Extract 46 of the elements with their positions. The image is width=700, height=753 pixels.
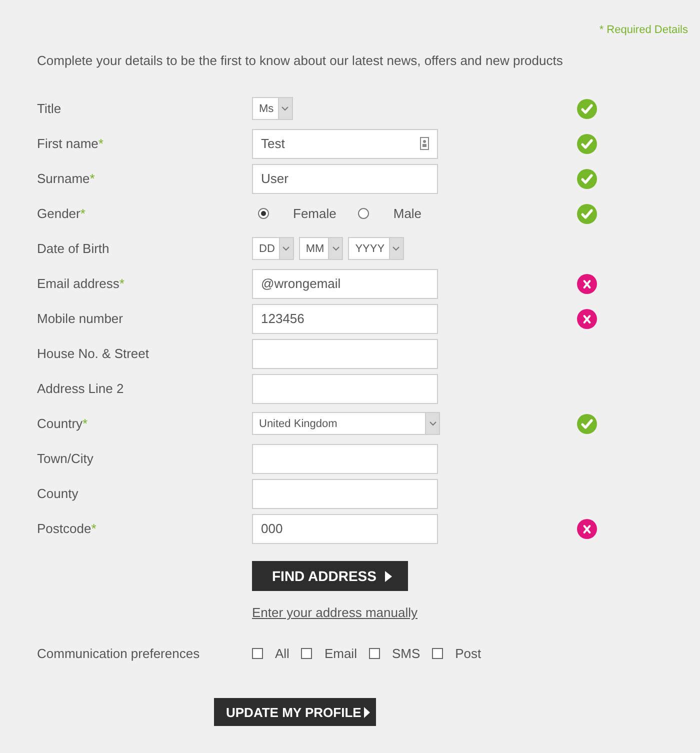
preferences-label: Communication preferences xyxy=(37,646,201,661)
field-label: County xyxy=(37,486,80,501)
checkbox-option[interactable]: All xyxy=(252,646,290,661)
text-field[interactable]: Test xyxy=(252,128,438,158)
radio-option[interactable]: Male xyxy=(358,206,422,221)
text-field[interactable]: @wrongemail xyxy=(252,268,438,298)
intro-text: Complete your details to be the first to know about our latest news, offers and new products xyxy=(37,53,564,68)
date-select[interactable]: YYYY xyxy=(348,237,404,260)
update-profile-button[interactable]: UPDATE MY PROFILE xyxy=(214,698,376,726)
text-field[interactable] xyxy=(252,338,438,368)
text-field[interactable] xyxy=(252,374,438,404)
field-label: Date of Birth xyxy=(37,241,110,256)
chevron-icon xyxy=(428,421,436,426)
manual-address-link[interactable]: Enter your address manually xyxy=(252,605,418,620)
field-label: Gender* xyxy=(37,206,86,221)
text-field[interactable]: User xyxy=(252,164,438,194)
date-select[interactable]: MM xyxy=(298,237,344,260)
radio-option[interactable]: Female xyxy=(258,206,336,221)
country-select[interactable]: United Kingdom xyxy=(252,412,440,435)
title-select[interactable]: Ms xyxy=(252,97,293,120)
text-field[interactable] xyxy=(252,444,438,474)
text-field[interactable]: 000 xyxy=(252,514,438,544)
chevron-icon xyxy=(392,246,400,251)
field-label: Email address* xyxy=(37,276,126,291)
field-label: Mobile number xyxy=(37,311,124,326)
chevron-icon xyxy=(332,246,340,251)
find-address-button[interactable]: FIND ADDRESS xyxy=(252,561,408,591)
checkbox-option[interactable]: Post xyxy=(432,646,482,661)
triangle-icon xyxy=(364,706,370,718)
field-label: First name* xyxy=(37,136,104,151)
date-select[interactable]: DD xyxy=(252,237,294,260)
required-legend: * Required Details xyxy=(599,24,688,36)
field-label: Country* xyxy=(37,416,89,431)
field-label: Surname* xyxy=(37,171,96,186)
chevron-icon xyxy=(281,106,290,111)
field-label: Postcode* xyxy=(37,521,98,536)
field-label: Town/City xyxy=(37,451,94,466)
checkbox-option[interactable]: Email xyxy=(301,646,357,661)
text-field[interactable] xyxy=(252,478,438,508)
chevron-icon xyxy=(282,246,290,251)
field-label: House No. & Street xyxy=(37,346,150,361)
checkbox-option[interactable]: SMS xyxy=(368,646,420,661)
triangle-icon xyxy=(384,570,392,582)
text-field[interactable]: 123456 xyxy=(252,304,438,334)
field-label: Title xyxy=(37,101,62,116)
field-label: Address Line 2 xyxy=(37,381,125,396)
